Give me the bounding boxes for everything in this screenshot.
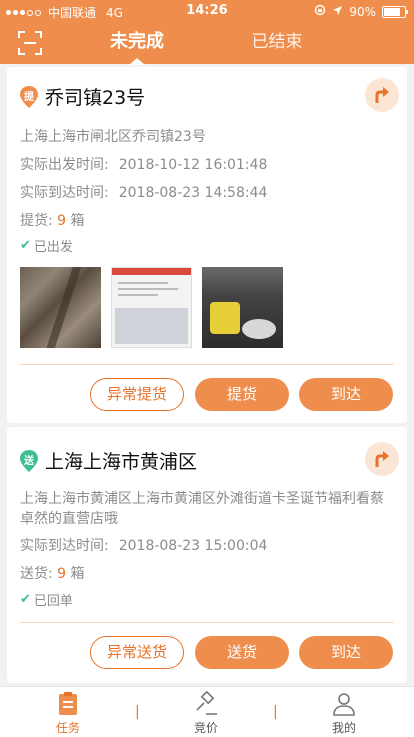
status-text: 已回单 xyxy=(33,594,73,609)
check-icon: ✔ xyxy=(20,238,31,253)
check-icon: ✔ xyxy=(20,592,31,607)
tab-label: 任务 xyxy=(55,721,80,735)
task-card-delivery: 送 上海上海市黄浦区 上海上海市黄浦区上海市黄浦区外滩街道卡圣诞节福利看蔡卓然的… xyxy=(7,427,407,683)
photo-thumbnail[interactable] xyxy=(111,267,192,348)
photo-thumbnail[interactable] xyxy=(20,267,101,348)
deliver-button[interactable]: 送货 xyxy=(195,636,289,669)
tab-finished[interactable]: 已结束 xyxy=(217,22,337,64)
arrive-button[interactable]: 到达 xyxy=(299,378,393,411)
gavel-icon xyxy=(196,691,217,715)
arrive-time-row: 实际到达时间: 2018-08-23 14:58:44 xyxy=(20,182,267,202)
quantity-label: 送货: xyxy=(20,566,53,582)
depart-time-row: 实际出发时间: 2018-10-12 16:01:48 xyxy=(20,154,267,174)
tab-label: 我的 xyxy=(331,721,356,735)
battery-percent: 90% xyxy=(349,4,376,19)
card-header: 提 乔司镇23号 xyxy=(20,83,145,110)
status-row: ✔ 已回单 xyxy=(20,590,73,609)
depart-label: 实际出发时间: xyxy=(20,157,109,173)
tab-tasks[interactable]: 任务 xyxy=(33,691,103,736)
top-nav-bar: 未完成 已结束 xyxy=(0,22,414,65)
navigate-button[interactable] xyxy=(365,78,399,112)
arrive-label: 实际到达时间: xyxy=(20,538,109,554)
tab-profile[interactable]: 我的 xyxy=(309,691,379,736)
quantity-row: 提货: 9 箱 xyxy=(20,210,85,230)
photo-thumbnail[interactable] xyxy=(202,267,283,348)
pickup-button[interactable]: 提货 xyxy=(195,378,289,411)
tab-bidding[interactable]: 竞价 xyxy=(171,691,241,736)
delivery-badge: 送 xyxy=(20,449,38,472)
active-tab-indicator xyxy=(129,58,145,65)
quantity-unit: 箱 xyxy=(70,566,85,582)
navigate-arrow-icon xyxy=(375,451,389,467)
quantity-value: 9 xyxy=(57,213,67,229)
pickup-badge: 提 xyxy=(20,85,38,108)
status-text: 已出发 xyxy=(33,240,73,255)
exception-delivery-button[interactable]: 异常送货 xyxy=(90,636,184,669)
location-icon xyxy=(332,5,343,19)
address-text: 上海上海市闸北区乔司镇23号 xyxy=(20,129,206,145)
badge-label: 送 xyxy=(24,455,34,467)
depart-time: 2018-10-12 16:01:48 xyxy=(118,157,268,173)
navigate-button[interactable] xyxy=(365,442,399,476)
card-title: 上海上海市黄浦区 xyxy=(45,451,198,473)
battery-icon xyxy=(382,5,408,18)
card-header: 送 上海上海市黄浦区 xyxy=(20,447,197,474)
scan-icon[interactable] xyxy=(17,30,43,56)
photo-gallery xyxy=(20,267,283,348)
divider xyxy=(20,364,394,365)
clipboard-icon xyxy=(59,692,77,715)
tab-separator: | xyxy=(135,704,140,720)
status-row: ✔ 已出发 xyxy=(20,236,73,255)
arrive-time: 2018-08-23 15:00:04 xyxy=(118,538,268,554)
quantity-row: 送货: 9 箱 xyxy=(20,563,85,583)
user-icon xyxy=(333,693,355,716)
arrive-time-row: 实际到达时间: 2018-08-23 15:00:04 xyxy=(20,535,267,555)
status-bar: 中国联通 4G 14:26 90% xyxy=(0,0,414,22)
card-title: 乔司镇23号 xyxy=(45,87,146,109)
quantity-value: 9 xyxy=(57,566,67,582)
divider xyxy=(20,622,394,623)
quantity-unit: 箱 xyxy=(70,213,85,229)
exception-pickup-button[interactable]: 异常提货 xyxy=(90,378,184,411)
task-card-pickup: 提 乔司镇23号 上海上海市闸北区乔司镇23号 实际出发时间: 2018-10-1… xyxy=(7,67,407,423)
tab-label: 竞价 xyxy=(193,721,218,735)
navigate-arrow-icon xyxy=(375,87,389,103)
badge-label: 提 xyxy=(24,91,34,103)
arrive-label: 实际到达时间: xyxy=(20,185,109,201)
bottom-tab-bar: 任务 | 竞价 | 我的 xyxy=(0,686,414,737)
arrive-button[interactable]: 到达 xyxy=(299,636,393,669)
address-text: 上海上海市黄浦区上海市黄浦区外滩街道卡圣诞节福利看蔡卓然的直营店哦 xyxy=(20,491,384,527)
tab-separator: | xyxy=(273,704,278,720)
status-icons: 90% xyxy=(314,4,408,19)
lock-rotation-icon xyxy=(314,4,326,19)
arrive-time: 2018-08-23 14:58:44 xyxy=(118,185,268,201)
quantity-label: 提货: xyxy=(20,213,53,229)
